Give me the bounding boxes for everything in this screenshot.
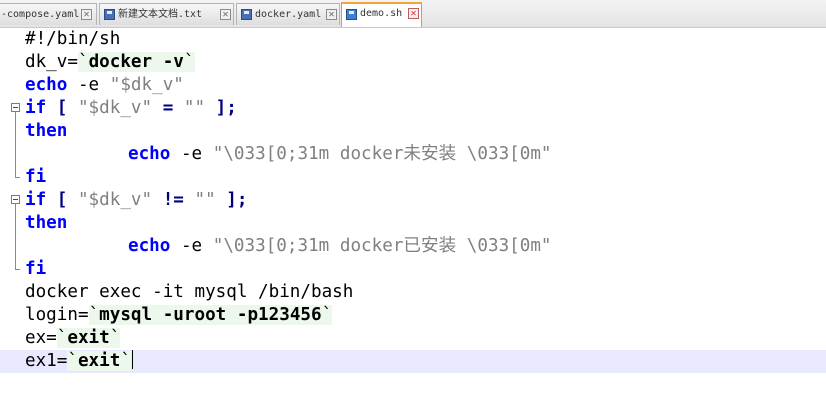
- code-line: if [ "$dk_v" = "" ];: [0, 97, 826, 120]
- close-icon[interactable]: ✕: [326, 9, 337, 20]
- bracket: ];: [215, 190, 248, 210]
- close-icon[interactable]: ✕: [220, 9, 231, 20]
- code-line: fi: [0, 258, 826, 281]
- tab-bar: -compose.yaml ✕ 新建文本文档.txt ✕ docker.yaml…: [0, 0, 826, 28]
- file-saved-icon: [104, 9, 115, 20]
- string-literal: "\033[0;31m docker未安装 \033[0m": [212, 144, 552, 164]
- backtick: `: [77, 52, 89, 72]
- text-caret: [131, 350, 133, 369]
- backtick-command: mysql -uroot -p123456: [99, 305, 322, 325]
- code-line: ex=`exit`: [0, 327, 826, 350]
- string-literal: "$dk_v": [109, 75, 184, 95]
- operator: !=: [162, 190, 184, 210]
- keyword: echo: [25, 75, 68, 95]
- keyword: if: [25, 98, 47, 118]
- keyword: if: [25, 190, 47, 210]
- command-args: -e: [170, 236, 213, 256]
- variable-name: dk_v=: [25, 52, 78, 72]
- code-line: echo -e "\033[0;31m docker已安装 \033[0m": [0, 235, 826, 258]
- variable-name: ex=: [25, 328, 57, 348]
- backtick-command: exit: [77, 351, 121, 371]
- tab-compose-yaml[interactable]: -compose.yaml ✕: [0, 3, 97, 25]
- keyword: echo: [128, 236, 171, 256]
- shebang-text: #!/bin/sh: [25, 29, 121, 49]
- tab-demo-sh[interactable]: demo.sh ✕: [341, 2, 422, 27]
- backtick: `: [321, 305, 333, 325]
- backtick: `: [67, 351, 78, 371]
- close-icon[interactable]: ✕: [81, 9, 92, 20]
- code-line: dk_v=`docker -v`: [0, 51, 826, 74]
- file-unsaved-icon: [346, 9, 357, 20]
- bracket: [: [46, 98, 78, 118]
- code-line: fi: [0, 166, 826, 189]
- close-icon[interactable]: ✕: [408, 8, 419, 19]
- code-line: #!/bin/sh: [0, 28, 826, 51]
- string-literal: "": [183, 98, 206, 118]
- backtick: `: [120, 351, 131, 371]
- string-literal: "$dk_v": [77, 190, 153, 210]
- current-code-line: ex1=`exit`: [0, 350, 826, 373]
- command-args: -e: [170, 144, 213, 164]
- code-line: echo -e "$dk_v": [0, 74, 826, 97]
- tab-docker-yaml[interactable]: docker.yaml ✕: [236, 3, 340, 25]
- command-text: docker exec -it mysql /bin/bash: [25, 282, 354, 302]
- tab-label: 新建文本文档.txt: [118, 9, 203, 20]
- variable-name: login=: [25, 305, 89, 325]
- variable-name: ex1=: [25, 351, 68, 371]
- command-args: -e: [67, 75, 110, 95]
- code-line: if [ "$dk_v" != "" ];: [0, 189, 826, 212]
- code-line: echo -e "\033[0;31m docker未安装 \033[0m": [0, 143, 826, 166]
- backtick: `: [56, 328, 68, 348]
- tab-label: -compose.yaml: [1, 9, 80, 20]
- backtick: `: [183, 52, 195, 72]
- tab-new-text-document[interactable]: 新建文本文档.txt ✕: [99, 3, 234, 25]
- tab-label: demo.sh: [360, 8, 403, 19]
- tab-label: docker.yaml: [255, 9, 322, 20]
- keyword: fi: [25, 167, 47, 187]
- code-line: then: [0, 212, 826, 235]
- keyword: then: [25, 213, 68, 233]
- notepad-plus-plus-window: -compose.yaml ✕ 新建文本文档.txt ✕ docker.yaml…: [0, 0, 826, 416]
- code-editor[interactable]: #!/bin/sh dk_v=`docker -v` echo -e "$dk_…: [0, 28, 826, 416]
- backtick-command: docker -v: [88, 52, 184, 72]
- string-literal: "$dk_v": [77, 98, 153, 118]
- keyword: fi: [25, 259, 47, 279]
- file-saved-icon: [241, 9, 252, 20]
- backtick-command: exit: [67, 328, 110, 348]
- keyword: echo: [128, 144, 171, 164]
- code-line: login=`mysql -uroot -p123456`: [0, 304, 826, 327]
- code-line: then: [0, 120, 826, 143]
- string-literal: "": [194, 190, 216, 210]
- bracket: [: [46, 190, 78, 210]
- keyword: then: [25, 121, 68, 141]
- backtick: `: [88, 305, 100, 325]
- backtick: `: [109, 328, 121, 348]
- string-literal: "\033[0;31m docker已安装 \033[0m": [212, 236, 552, 256]
- bracket: ];: [205, 98, 237, 118]
- code-line: docker exec -it mysql /bin/bash: [0, 281, 826, 304]
- operator: =: [162, 98, 174, 118]
